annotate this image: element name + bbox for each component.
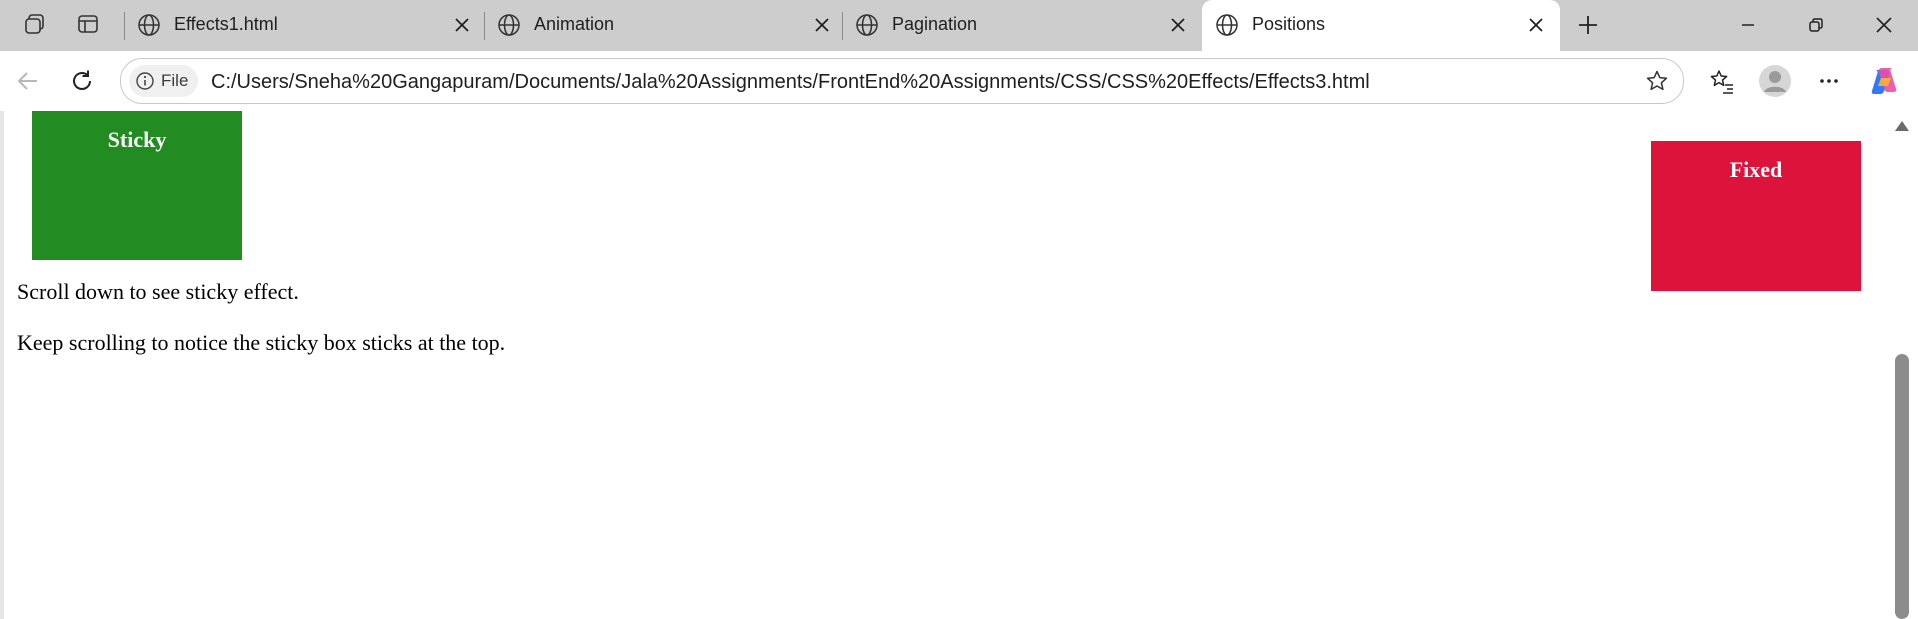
star-icon[interactable] — [1641, 65, 1673, 97]
toolbar: File C:/Users/Sneha%20Gangapuram/Documen… — [0, 51, 1918, 112]
scrollbar-thumb[interactable] — [1895, 354, 1909, 619]
workspaces-icon[interactable] — [19, 9, 51, 39]
page-viewport[interactable]: Sticky Scroll down to see sticky effect.… — [0, 111, 1918, 619]
vertical-tabs-icon[interactable] — [72, 9, 104, 39]
tab-separator — [842, 12, 843, 40]
scroll-up-arrow-icon[interactable] — [1895, 121, 1909, 131]
close-icon[interactable] — [450, 13, 474, 37]
tab-effects1[interactable]: Effects1.html — [124, 0, 480, 51]
close-icon[interactable] — [1524, 13, 1548, 37]
paragraph-keep-scrolling: Keep scrolling to notice the sticky box … — [17, 330, 506, 355]
profile-avatar-icon[interactable] — [1757, 63, 1793, 99]
close-icon[interactable] — [1864, 10, 1904, 40]
sticky-box-label: Sticky — [107, 127, 167, 152]
address-bar[interactable]: File C:/Users/Sneha%20Gangapuram/Documen… — [120, 58, 1684, 104]
tab-positions[interactable]: Positions — [1202, 0, 1560, 51]
close-icon[interactable] — [1166, 13, 1190, 37]
tab-title: Animation — [534, 14, 615, 34]
info-icon — [136, 72, 154, 90]
tab-strip: Effects1.html Animation Pagination Posit… — [0, 0, 1918, 51]
fixed-box: Fixed — [1651, 141, 1861, 291]
tab-pagination[interactable]: Pagination — [842, 0, 1198, 51]
close-icon[interactable] — [810, 13, 834, 37]
back-arrow-icon[interactable] — [10, 63, 46, 99]
favorites-icon[interactable] — [1704, 63, 1740, 99]
site-info-button[interactable]: File — [129, 65, 199, 97]
globe-icon — [1216, 14, 1238, 36]
tab-title: Positions — [1252, 14, 1326, 34]
tab-separator — [484, 12, 485, 40]
tab-animation[interactable]: Animation — [484, 0, 840, 51]
tab-title: Pagination — [892, 14, 978, 34]
globe-icon — [138, 14, 160, 36]
plus-icon[interactable] — [1572, 10, 1604, 40]
tab-separator — [124, 12, 125, 40]
url-text[interactable]: C:/Users/Sneha%20Gangapuram/Documents/Ja… — [211, 71, 1370, 94]
globe-icon — [856, 14, 878, 36]
minimize-icon[interactable] — [1728, 10, 1768, 40]
sticky-box: Sticky — [32, 111, 242, 260]
scheme-label: File — [161, 71, 189, 90]
paragraph-scroll-hint: Scroll down to see sticky effect. — [17, 279, 299, 304]
fixed-box-label: Fixed — [1729, 157, 1783, 182]
more-icon[interactable] — [1811, 63, 1847, 99]
globe-icon — [498, 14, 520, 36]
copilot-icon[interactable] — [1866, 63, 1902, 99]
refresh-icon[interactable] — [64, 63, 100, 99]
window-edge — [0, 111, 4, 619]
restore-icon[interactable] — [1796, 10, 1836, 40]
browser-chrome: Effects1.html Animation Pagination Posit… — [0, 0, 1918, 112]
tab-title: Effects1.html — [174, 14, 278, 34]
